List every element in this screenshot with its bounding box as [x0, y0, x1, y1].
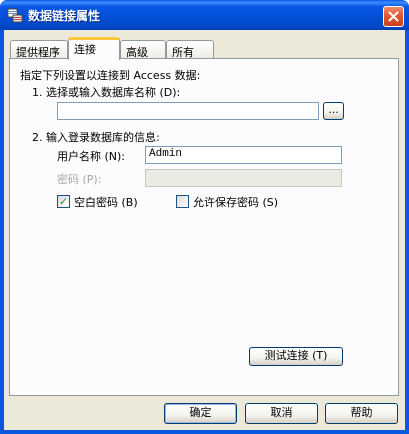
- title-bar[interactable]: 数据链接属性: [0, 0, 409, 30]
- allow-save-password-checkbox[interactable]: [176, 195, 189, 208]
- username-label: 用户名称 (N):: [57, 150, 126, 163]
- dialog-window: 数据链接属性 提供程序 连接 高级 所有 指定下列设置以连接到 Access 数…: [0, 0, 409, 434]
- blank-password-checkbox[interactable]: ✓: [57, 195, 70, 208]
- password-label: 密码 (P):: [57, 173, 102, 186]
- tab-advanced[interactable]: 高级: [120, 40, 166, 59]
- connection-panel: 指定下列设置以连接到 Access 数据: 1. 选择或输入数据库名称 (D):…: [9, 58, 399, 396]
- tab-connection[interactable]: 连接: [68, 37, 120, 60]
- cancel-button[interactable]: 取消: [245, 403, 318, 424]
- test-connection-button[interactable]: 测试连接 (T): [249, 347, 343, 366]
- tab-provider[interactable]: 提供程序: [10, 40, 68, 59]
- browse-button[interactable]: ...: [323, 102, 344, 120]
- blank-password-label[interactable]: 空白密码 (B): [74, 194, 138, 210]
- intro-text: 指定下列设置以连接到 Access 数据:: [20, 69, 201, 82]
- database-name-label: 1. 选择或输入数据库名称 (D):: [32, 86, 181, 99]
- dialog-client-area: 提供程序 连接 高级 所有 指定下列设置以连接到 Access 数据: 1. 选…: [4, 30, 405, 430]
- ok-button[interactable]: 确定: [164, 403, 237, 424]
- allow-save-password-label[interactable]: 允许保存密码 (S): [193, 194, 278, 210]
- password-input[interactable]: [145, 169, 342, 187]
- window-title: 数据链接属性: [28, 9, 101, 23]
- username-input[interactable]: Admin: [145, 146, 342, 164]
- tab-all[interactable]: 所有: [166, 40, 214, 59]
- data-link-icon: [7, 8, 23, 23]
- close-icon: [388, 11, 399, 22]
- help-button[interactable]: 帮助: [325, 403, 398, 424]
- close-button[interactable]: [383, 6, 404, 27]
- database-name-input[interactable]: [57, 102, 319, 120]
- checkmark-icon: ✓: [59, 195, 69, 208]
- login-info-label: 2. 输入登录数据库的信息:: [32, 131, 160, 144]
